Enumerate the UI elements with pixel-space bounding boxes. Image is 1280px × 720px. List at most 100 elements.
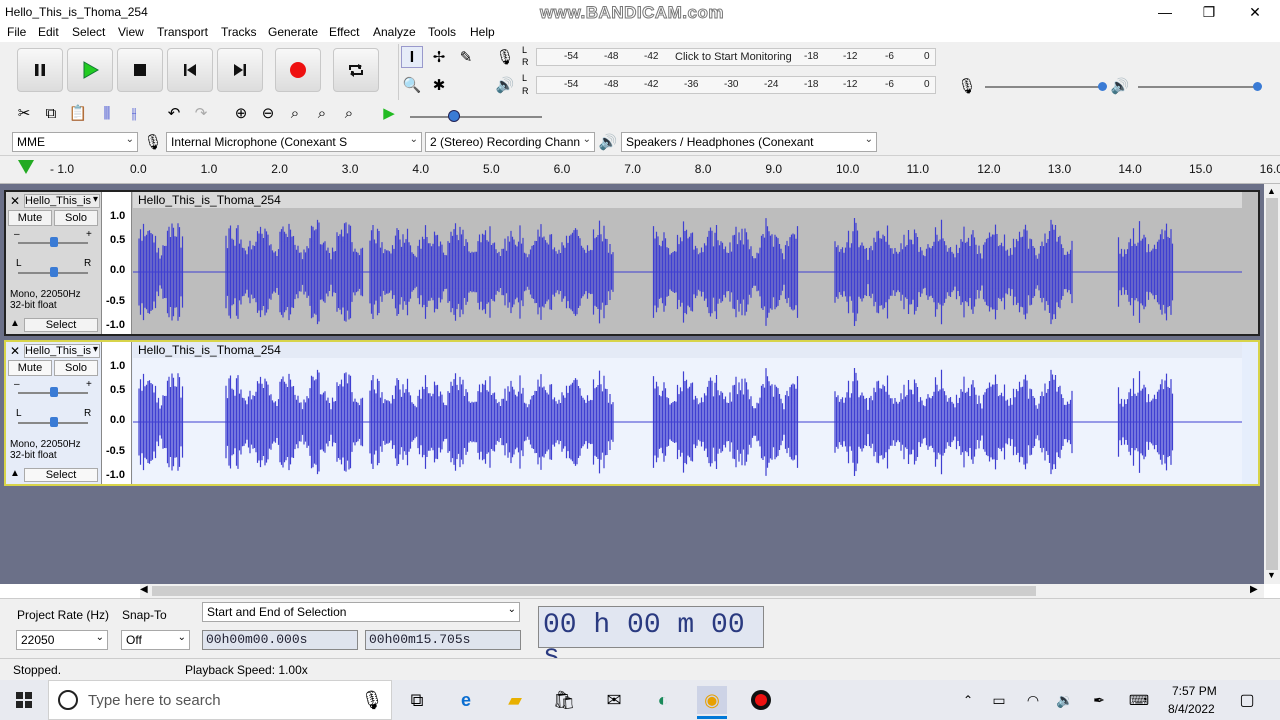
menu-transport[interactable]: Transport [157, 25, 208, 39]
pen-icon[interactable]: ✒ [1084, 686, 1114, 714]
trim-icon[interactable]: ⫼ [96, 102, 118, 124]
vertical-scrollbar[interactable]: ▲ ▼ [1264, 184, 1280, 584]
solo-button[interactable]: Solo [54, 210, 98, 226]
skip-end-button[interactable] [217, 48, 263, 92]
task-view-icon[interactable]: ⧉ [402, 686, 432, 714]
menu-edit[interactable]: Edit [38, 25, 59, 39]
menu-analyze[interactable]: Analyze [373, 25, 416, 39]
pan-slider-thumb[interactable] [50, 267, 58, 277]
project-rate-select[interactable]: 22050 ⌄ [16, 630, 108, 650]
collapse-track-icon[interactable]: ▲ [8, 318, 22, 332]
audio-track[interactable]: ✕ Hello_This_is ▾ Mute Solo – + L R Mono,… [4, 190, 1260, 336]
scroll-left-icon[interactable]: ◀ [140, 584, 148, 595]
edge-legacy-icon[interactable]: e [451, 686, 481, 714]
selection-tool-icon[interactable]: 𝐈 [401, 46, 423, 68]
pause-button[interactable] [17, 48, 63, 92]
cut-icon[interactable]: ✂ [13, 102, 35, 124]
audio-position-display[interactable]: 00 h 00 m 00 s [538, 606, 764, 672]
silence-icon[interactable]: ⫲ [123, 102, 145, 124]
horizontal-scroll-thumb[interactable] [152, 586, 1036, 596]
gain-slider-thumb[interactable] [50, 237, 58, 247]
play-speed-slider[interactable] [410, 116, 542, 118]
fit-project-icon[interactable]: ⌕ [311, 102, 333, 124]
play-speed-thumb[interactable] [448, 110, 460, 122]
fit-selection-icon[interactable]: ⌕ [284, 102, 306, 124]
playback-device-select[interactable]: Speakers / Headphones (Conexant ⌄ [621, 132, 877, 152]
menu-help[interactable]: Help [470, 25, 495, 39]
record-meter-mic-icon[interactable]: 🎙 [494, 46, 516, 68]
notifications-icon[interactable]: ▢ [1232, 686, 1262, 714]
audacity-icon[interactable]: ◉ [697, 686, 727, 714]
volume-icon[interactable]: 🔉 [1050, 686, 1080, 714]
selection-start-field[interactable]: 00h00m00.000s [202, 630, 358, 650]
zoom-tool-icon[interactable]: 🔍 [401, 74, 423, 96]
skip-start-button[interactable] [167, 48, 213, 92]
playback-volume-thumb[interactable] [1253, 82, 1262, 91]
audio-track-selected[interactable]: ✕ Hello_This_is ▾ Mute Solo – + L R Mono,… [4, 340, 1260, 486]
horizontal-scrollbar[interactable]: ◀ ▶ [140, 584, 1264, 598]
recording-device-select[interactable]: Internal Microphone (Conexant S ⌄ [166, 132, 422, 152]
scroll-right-icon[interactable]: ▶ [1250, 584, 1258, 595]
mail-icon[interactable]: ✉ [599, 686, 629, 714]
battery-icon[interactable]: ▭ [984, 686, 1014, 714]
collapse-track-icon[interactable]: ▲ [8, 468, 22, 482]
draw-tool-icon[interactable]: ✎ [455, 46, 477, 68]
waveform-area[interactable]: Hello_This_is_Thoma_254 [133, 342, 1242, 484]
restore-button[interactable]: ❐ [1194, 3, 1224, 21]
selection-mode-select[interactable]: Start and End of Selection ⌄ [202, 602, 520, 622]
menu-select[interactable]: Select [72, 25, 105, 39]
start-monitoring-label[interactable]: Click to Start Monitoring [675, 51, 792, 63]
wifi-icon[interactable]: ◠ [1018, 686, 1048, 714]
undo-icon[interactable]: ↶ [163, 102, 185, 124]
selection-end-field[interactable]: 00h00m15.705s [365, 630, 521, 650]
play-at-speed-icon[interactable]: ▶ [378, 102, 400, 124]
menu-tools[interactable]: Tools [428, 25, 456, 39]
play-meter-speaker-icon[interactable]: 🔊 [494, 74, 516, 96]
multi-tool-icon[interactable]: ✱ [428, 74, 450, 96]
mute-button[interactable]: Mute [8, 210, 52, 226]
select-track-button[interactable]: Select [24, 468, 98, 482]
snap-to-select[interactable]: Off ⌄ [121, 630, 190, 650]
solo-button[interactable]: Solo [54, 360, 98, 376]
windows-start-icon[interactable] [9, 686, 39, 714]
track-name-menu[interactable]: Hello_This_is ▾ [24, 344, 100, 358]
mute-button[interactable]: Mute [8, 360, 52, 376]
playback-volume-slider[interactable] [1138, 86, 1258, 88]
menu-view[interactable]: View [118, 25, 144, 39]
clip-title[interactable]: Hello_This_is_Thoma_254 [133, 342, 1242, 358]
record-button[interactable] [275, 48, 321, 92]
clock-time[interactable]: 7:57 PM [1172, 684, 1217, 698]
loop-button[interactable] [333, 48, 379, 92]
minimize-button[interactable]: — [1150, 3, 1180, 21]
edge-icon[interactable]: ◐ [648, 686, 678, 714]
recording-channels-select[interactable]: 2 (Stereo) Recording Chann ⌄ [425, 132, 595, 152]
copy-icon[interactable]: ⧉ [40, 102, 62, 124]
recording-volume-thumb[interactable] [1098, 82, 1107, 91]
pan-slider-thumb[interactable] [50, 417, 58, 427]
scroll-down-icon[interactable]: ▼ [1267, 570, 1276, 580]
menu-file[interactable]: File [7, 25, 26, 39]
bandicam-icon[interactable] [746, 686, 776, 714]
close-track-icon[interactable]: ✕ [8, 194, 22, 208]
scroll-up-icon[interactable]: ▲ [1267, 186, 1276, 196]
envelope-tool-icon[interactable]: ✢ [428, 46, 450, 68]
track-name-menu[interactable]: Hello_This_is ▾ [24, 194, 100, 208]
show-hidden-icons-icon[interactable]: ⌃ [953, 686, 983, 714]
close-track-icon[interactable]: ✕ [8, 344, 22, 358]
keyboard-icon[interactable]: ⌨ [1124, 686, 1154, 714]
zoom-out-icon[interactable]: ⊖ [257, 102, 279, 124]
zoom-in-icon[interactable]: ⊕ [230, 102, 252, 124]
menu-generate[interactable]: Generate [268, 25, 318, 39]
recording-volume-slider[interactable] [985, 86, 1105, 88]
play-button[interactable] [67, 48, 113, 92]
file-explorer-icon[interactable]: ▰ [500, 686, 530, 714]
vertical-scroll-thumb[interactable] [1266, 198, 1278, 570]
close-button[interactable]: ✕ [1240, 3, 1270, 21]
zoom-toggle-icon[interactable]: ⌕ [338, 102, 360, 124]
waveform-area[interactable]: Hello_This_is_Thoma_254 [133, 192, 1242, 334]
microphone-icon[interactable]: 🎙 [357, 686, 387, 714]
store-icon[interactable]: 🛍 [549, 686, 579, 714]
clip-title[interactable]: Hello_This_is_Thoma_254 [133, 192, 1242, 208]
paste-icon[interactable]: 📋 [67, 102, 89, 124]
audio-host-select[interactable]: MME ⌄ [12, 132, 138, 152]
